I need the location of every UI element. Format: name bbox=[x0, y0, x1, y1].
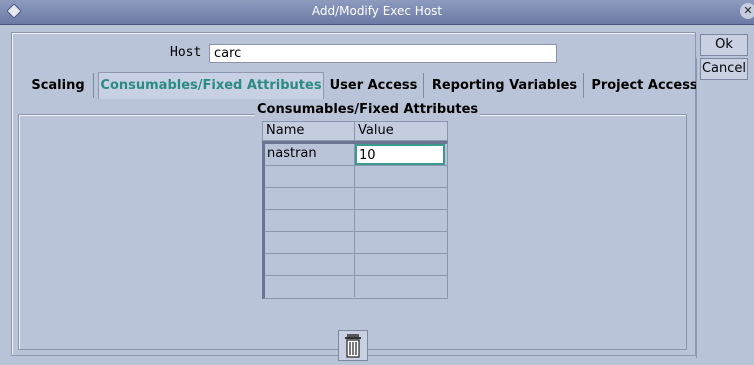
tab-scaling[interactable]: Scaling bbox=[23, 73, 94, 98]
table-body: nastran 10 bbox=[262, 141, 448, 299]
value-cell[interactable] bbox=[355, 276, 446, 297]
name-cell[interactable] bbox=[265, 232, 355, 253]
tab-project-access[interactable]: Project Access bbox=[584, 73, 705, 98]
value-cell[interactable]: 10 bbox=[355, 144, 445, 165]
value-cell[interactable] bbox=[355, 210, 446, 231]
tab-consumables[interactable]: Consumables/Fixed Attributes bbox=[98, 72, 324, 99]
button-column bbox=[696, 58, 754, 358]
table-row[interactable] bbox=[265, 166, 447, 188]
trash-icon bbox=[345, 334, 361, 358]
table-row[interactable] bbox=[265, 254, 447, 276]
cancel-button[interactable]: Cancel bbox=[700, 58, 748, 80]
column-header-name[interactable]: Name bbox=[263, 122, 355, 140]
ok-button[interactable]: Ok bbox=[700, 34, 748, 56]
host-input[interactable]: carc bbox=[209, 44, 557, 63]
delete-button[interactable] bbox=[338, 330, 368, 361]
table-row[interactable] bbox=[265, 188, 447, 210]
dialog-client: Host carc Scaling Consumables/Fixed Attr… bbox=[0, 25, 754, 365]
tab-reporting-variables[interactable]: Reporting Variables bbox=[426, 73, 584, 98]
table-row[interactable]: nastran 10 bbox=[265, 144, 447, 166]
table-header: Name Value bbox=[262, 121, 448, 141]
name-cell[interactable] bbox=[265, 188, 355, 209]
tab-user-access[interactable]: User Access bbox=[324, 73, 424, 98]
name-cell[interactable] bbox=[265, 210, 355, 231]
name-cell[interactable]: nastran bbox=[265, 144, 355, 165]
value-cell[interactable] bbox=[355, 254, 446, 275]
name-cell[interactable] bbox=[265, 166, 355, 187]
host-label: Host bbox=[170, 45, 202, 60]
column-header-value[interactable]: Value bbox=[355, 122, 447, 140]
close-icon[interactable]: ✕ bbox=[740, 3, 754, 19]
name-cell[interactable] bbox=[265, 276, 355, 297]
table-row[interactable] bbox=[265, 232, 447, 254]
table-row[interactable] bbox=[265, 210, 447, 232]
title-bar[interactable]: Add/Modify Exec Host ✕ bbox=[0, 0, 754, 25]
table-row[interactable] bbox=[265, 276, 447, 298]
value-cell[interactable] bbox=[355, 188, 446, 209]
panel-title: Consumables/Fixed Attributes bbox=[255, 102, 481, 117]
name-cell[interactable] bbox=[265, 254, 355, 275]
consumables-table: Name Value nastran 10 bbox=[262, 121, 448, 299]
value-cell[interactable] bbox=[355, 232, 446, 253]
window-title: Add/Modify Exec Host bbox=[311, 4, 443, 18]
value-cell[interactable] bbox=[355, 166, 446, 187]
